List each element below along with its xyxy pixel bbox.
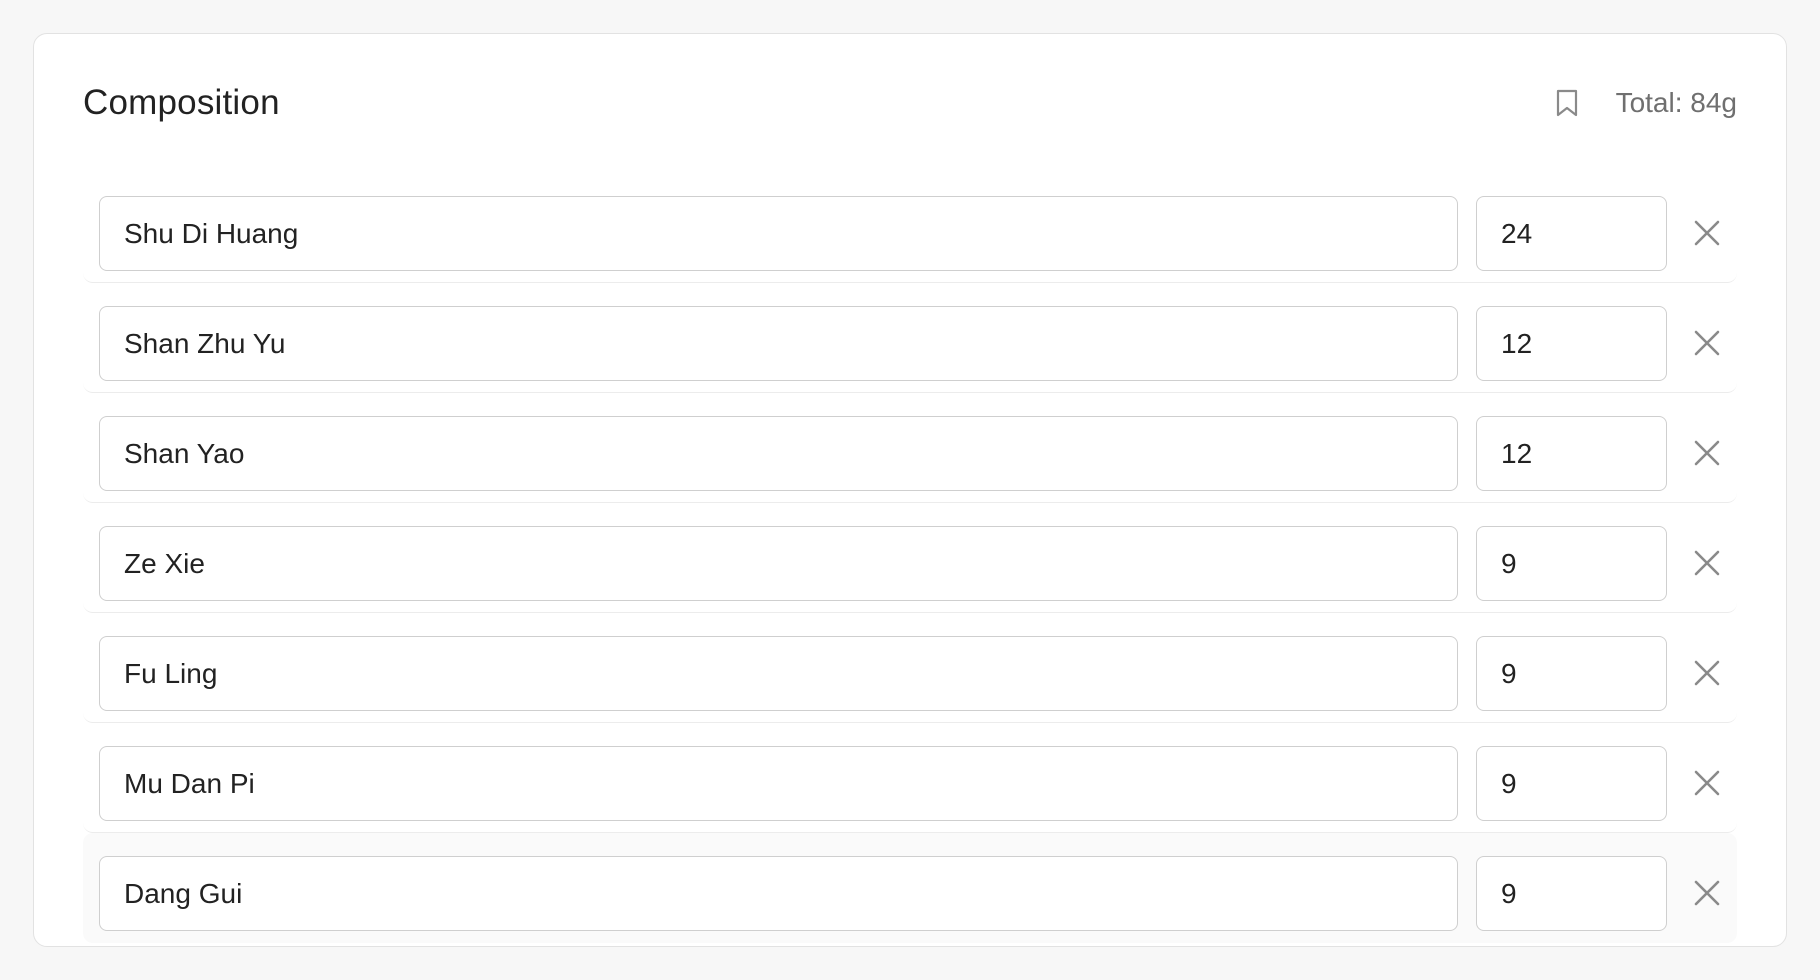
ingredient-quantity-input[interactable] [1476, 306, 1667, 381]
total-weight: Total: 84g [1615, 87, 1737, 118]
remove-ingredient-button[interactable] [1682, 758, 1732, 808]
ingredient-name-input[interactable] [99, 746, 1458, 821]
close-icon [1694, 880, 1720, 906]
remove-ingredient-button[interactable] [1682, 318, 1732, 368]
close-icon [1694, 770, 1720, 796]
close-icon [1694, 550, 1720, 576]
ingredient-row [83, 613, 1737, 723]
remove-ingredient-button[interactable] [1682, 648, 1732, 698]
composition-title: Composition [83, 83, 280, 122]
remove-ingredient-button[interactable] [1682, 538, 1732, 588]
ingredient-quantity-input[interactable] [1476, 196, 1667, 271]
composition-header: Composition Total: 84g [83, 72, 1737, 134]
composition-card: Composition Total: 84g [33, 33, 1787, 947]
ingredient-row [83, 173, 1737, 283]
ingredient-row [83, 393, 1737, 503]
ingredient-row [83, 283, 1737, 393]
ingredient-quantity-input[interactable] [1476, 416, 1667, 491]
ingredient-name-input[interactable] [99, 856, 1458, 931]
ingredient-quantity-input[interactable] [1476, 526, 1667, 601]
ingredient-quantity-input[interactable] [1476, 746, 1667, 821]
ingredient-name-input[interactable] [99, 306, 1458, 381]
remove-ingredient-button[interactable] [1682, 868, 1732, 918]
ingredient-list [83, 173, 1737, 943]
ingredient-name-input[interactable] [99, 416, 1458, 491]
ingredient-row [83, 503, 1737, 613]
close-icon [1694, 440, 1720, 466]
ingredient-name-input[interactable] [99, 636, 1458, 711]
remove-ingredient-button[interactable] [1682, 428, 1732, 478]
remove-ingredient-button[interactable] [1682, 208, 1732, 258]
ingredient-quantity-input[interactable] [1476, 636, 1667, 711]
ingredient-quantity-input[interactable] [1476, 856, 1667, 931]
ingredient-name-input[interactable] [99, 196, 1458, 271]
close-icon [1694, 330, 1720, 356]
ingredient-row [83, 833, 1737, 943]
ingredient-name-input[interactable] [99, 526, 1458, 601]
bookmark-icon[interactable] [1554, 87, 1580, 119]
header-actions: Total: 84g [1554, 87, 1737, 119]
ingredient-row [83, 723, 1737, 833]
close-icon [1694, 220, 1720, 246]
close-icon [1694, 660, 1720, 686]
